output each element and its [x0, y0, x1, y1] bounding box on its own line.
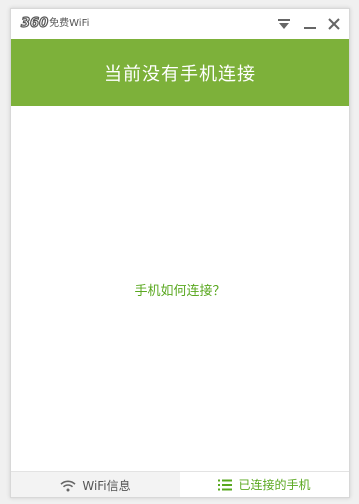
- close-button[interactable]: [325, 15, 343, 33]
- main-content: 手机如何连接？: [11, 106, 349, 471]
- tab-wifi-info-label: WiFi信息: [82, 479, 131, 493]
- logo-number: 360: [20, 16, 49, 31]
- logo-text: 免费WiFi: [49, 18, 90, 29]
- tab-connected-phones-label: 已连接的手机: [238, 478, 311, 492]
- bottom-tab-bar: WiFi信息 已连接的手机: [11, 471, 349, 497]
- status-banner: 当前没有手机连接: [11, 39, 349, 106]
- app-window: 360 免费WiFi 当前没有手机连接 手机如何连接？ WiFi信息 已连接的手…: [10, 8, 350, 498]
- wifi-icon: [60, 480, 76, 492]
- menu-button[interactable]: [275, 15, 293, 33]
- list-icon: [218, 479, 233, 491]
- minimize-button[interactable]: [301, 15, 319, 33]
- app-logo: 360 免费WiFi: [20, 16, 90, 32]
- tab-wifi-info[interactable]: WiFi信息: [11, 472, 180, 497]
- title-bar[interactable]: 360 免费WiFi: [11, 9, 349, 39]
- minimize-icon: [304, 27, 316, 29]
- tab-connected-phones[interactable]: 已连接的手机: [180, 472, 349, 497]
- how-to-connect-link[interactable]: 手机如何连接？: [11, 280, 349, 299]
- banner-title: 当前没有手机连接: [104, 63, 256, 85]
- close-icon: [328, 18, 340, 30]
- dropdown-menu-icon: [278, 19, 290, 29]
